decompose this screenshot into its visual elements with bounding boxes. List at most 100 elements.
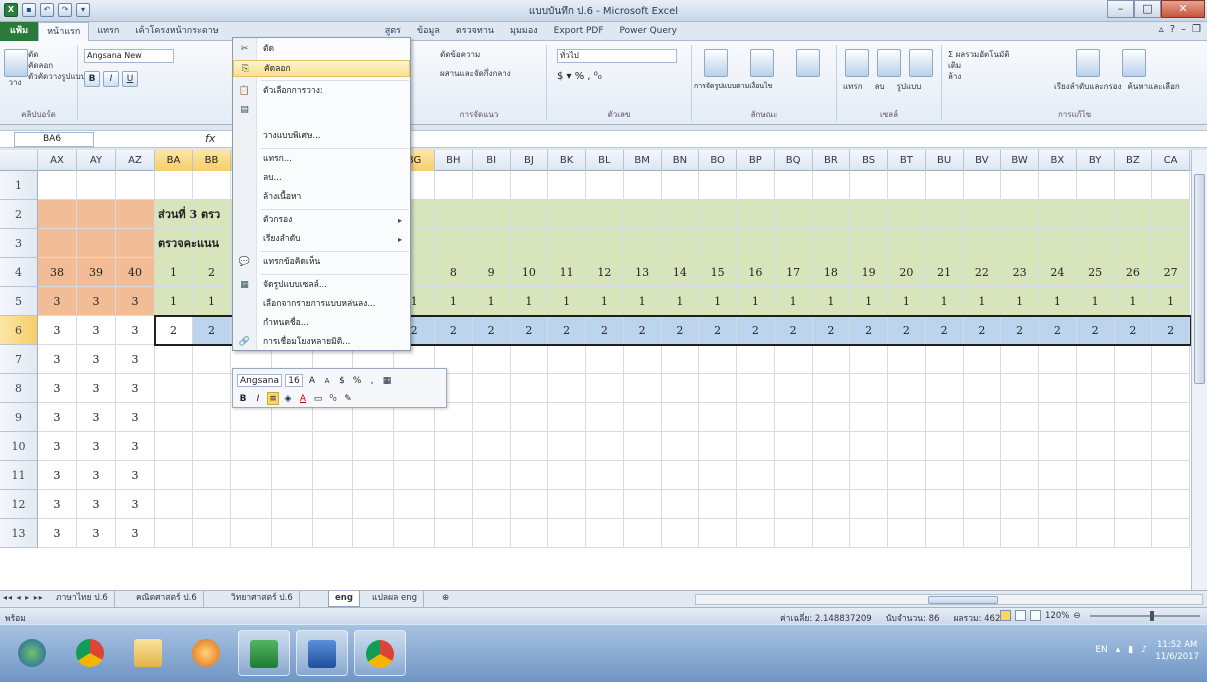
conditional-format-icon[interactable] (704, 49, 728, 77)
help-icon[interactable]: ? (1170, 24, 1175, 35)
grid-cell[interactable]: 23 (1001, 258, 1039, 287)
grid-cell[interactable] (312, 519, 354, 548)
grid-cell[interactable] (699, 200, 737, 229)
grid-cell[interactable] (472, 171, 511, 200)
tab-home[interactable]: หน้าแรก (38, 21, 90, 42)
grid-cell[interactable]: 3 (116, 287, 155, 316)
grid-cell[interactable]: 2 (661, 316, 700, 345)
column-header[interactable]: BJ (511, 150, 549, 171)
grid-cell[interactable] (737, 171, 775, 200)
grid-cell[interactable] (925, 229, 964, 258)
column-header[interactable]: BH (435, 150, 473, 171)
grid-cell[interactable]: 1 (925, 287, 964, 316)
grid-cell[interactable] (812, 519, 851, 548)
grid-cell[interactable] (623, 200, 662, 229)
grid-cell[interactable] (510, 519, 549, 548)
grid-cell[interactable] (312, 432, 354, 461)
grid-cell[interactable] (699, 345, 737, 374)
grid-cell[interactable]: 39 (77, 258, 116, 287)
grid-cell[interactable] (623, 432, 662, 461)
find-select-icon[interactable] (1122, 49, 1146, 77)
row-header[interactable]: 8 (0, 374, 38, 403)
grid-cell[interactable] (155, 432, 193, 461)
ribbon-minimize-icon[interactable]: ▵ (1159, 24, 1164, 35)
grid-cell[interactable] (963, 490, 1002, 519)
fx-icon[interactable]: fx (205, 132, 215, 145)
grid-cell[interactable] (774, 200, 813, 229)
grid-cell[interactable]: 3 (38, 316, 77, 345)
tab-insert[interactable]: แทรก (89, 22, 127, 41)
sort-filter-icon[interactable] (1076, 49, 1100, 77)
grid-cell[interactable]: 25 (1076, 258, 1115, 287)
grid-cell[interactable] (888, 171, 926, 200)
grid-cell[interactable] (435, 490, 473, 519)
grid-cell[interactable] (774, 403, 813, 432)
grid-cell[interactable]: 2 (586, 316, 624, 345)
grid-cell[interactable] (812, 171, 851, 200)
grid-cell[interactable] (472, 461, 511, 490)
grid-cell[interactable] (963, 229, 1002, 258)
minimize-button[interactable]: – (1107, 0, 1134, 18)
grid-cell[interactable] (812, 490, 851, 519)
row-header[interactable]: 5 (0, 287, 38, 316)
grid-cell[interactable] (193, 374, 231, 403)
grid-cell[interactable] (510, 345, 549, 374)
grid-cell[interactable] (472, 432, 511, 461)
column-header[interactable]: BX (1039, 150, 1077, 171)
grid-cell[interactable]: 2 (888, 316, 926, 345)
grid-cell[interactable] (1039, 490, 1077, 519)
context-menu-item[interactable]: ⎘ คัดลอก (233, 60, 410, 77)
column-header[interactable]: BK (548, 150, 586, 171)
grid-cell[interactable]: 1 (963, 287, 1002, 316)
column-header[interactable]: BW (1001, 150, 1039, 171)
grid-cell[interactable]: 3 (116, 403, 155, 432)
grid-cell[interactable]: 2 (1114, 316, 1153, 345)
grid-cell[interactable] (1039, 461, 1077, 490)
grid-cell[interactable] (888, 461, 926, 490)
column-header[interactable]: BV (964, 150, 1002, 171)
column-header[interactable]: BQ (775, 150, 813, 171)
grid-cell[interactable]: 1 (661, 287, 700, 316)
grid-cell[interactable]: 2 (435, 316, 473, 345)
grid-cell[interactable] (231, 432, 272, 461)
paste-icon[interactable] (4, 49, 28, 77)
grid-cell[interactable] (231, 490, 272, 519)
merge-center-button[interactable]: ผสานและจัดกึ่งกลาง (440, 68, 511, 79)
sheet-tab-eng[interactable]: eng (328, 591, 360, 607)
grid-cell[interactable] (888, 432, 926, 461)
grid-cell[interactable]: 2 (510, 316, 549, 345)
grid-cell[interactable]: 3 (38, 287, 77, 316)
grid-cell[interactable] (1152, 432, 1190, 461)
grid-cell[interactable] (737, 432, 775, 461)
tab-data[interactable]: ข้อมูล (409, 22, 448, 41)
grid-cell[interactable] (850, 519, 888, 548)
column-header[interactable]: BO (699, 150, 737, 171)
grid-cell[interactable] (1076, 374, 1115, 403)
taskbar-word[interactable] (296, 630, 348, 676)
grid-cell[interactable] (472, 345, 511, 374)
borders-icon[interactable]: ▭ (312, 392, 324, 405)
grid-cell[interactable] (699, 461, 737, 490)
grid-cell[interactable]: 1 (774, 287, 813, 316)
grid-cell[interactable]: 2 (774, 316, 813, 345)
grid-cell[interactable]: 1 (623, 287, 662, 316)
maximize-button[interactable]: □ (1134, 0, 1161, 18)
column-header[interactable]: AX (38, 150, 77, 171)
grid-cell[interactable] (774, 432, 813, 461)
decimal-icon[interactable]: ⁰₀ (327, 392, 339, 405)
tab-file[interactable]: แฟ้ม (0, 22, 39, 41)
grid-cell[interactable] (737, 490, 775, 519)
grid-cell[interactable] (193, 345, 231, 374)
grid-cell[interactable] (435, 200, 473, 229)
grid-cell[interactable]: 20 (888, 258, 926, 287)
grid-cell[interactable] (774, 345, 813, 374)
grid-cell[interactable] (812, 200, 851, 229)
grid-cell[interactable]: 18 (812, 258, 851, 287)
grid-cell[interactable] (116, 171, 155, 200)
grid-cell[interactable] (963, 461, 1002, 490)
grid-cell[interactable] (963, 171, 1002, 200)
grid-cell[interactable]: 3 (116, 432, 155, 461)
grid-cell[interactable] (1076, 490, 1115, 519)
grid-cell[interactable]: 3 (77, 461, 116, 490)
grid-cell[interactable] (193, 403, 231, 432)
